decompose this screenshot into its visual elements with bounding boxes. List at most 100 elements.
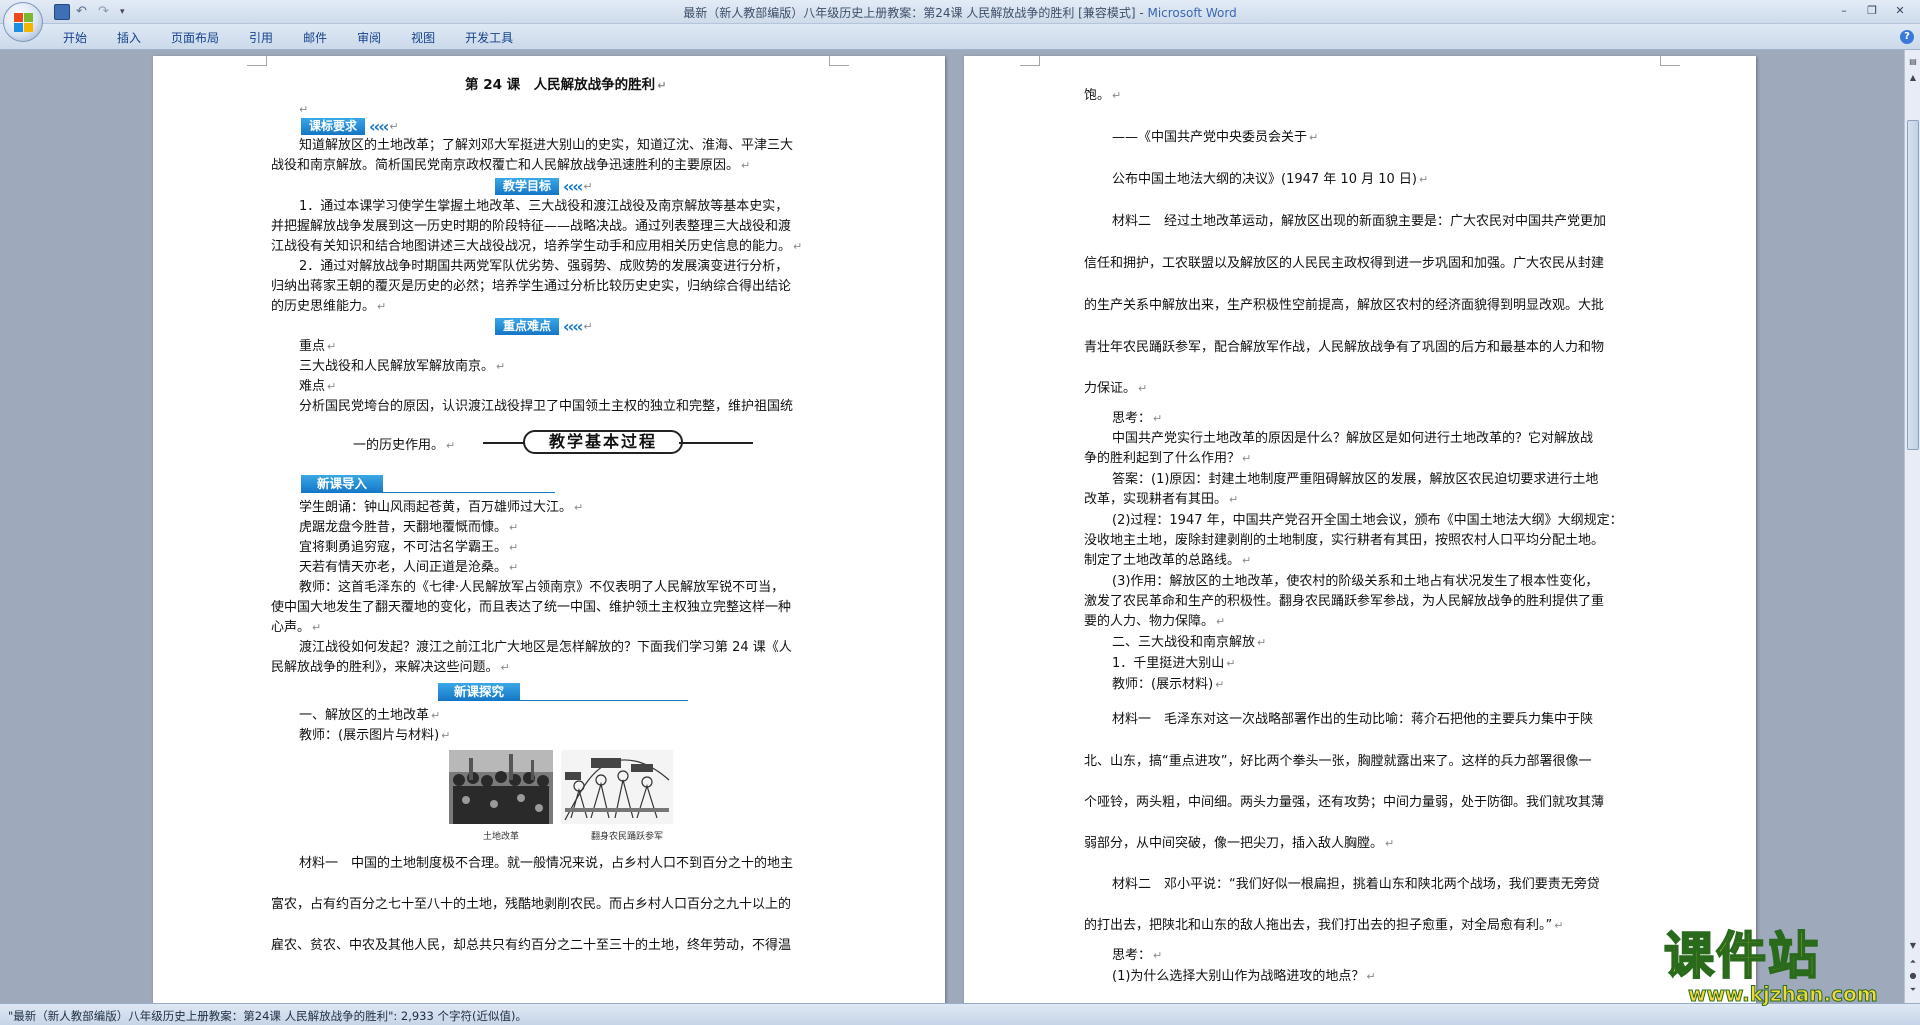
browse-object-icon[interactable]: ● — [1907, 970, 1919, 982]
paragraph: 天若有情天亦老，人间正道是沧桑。 ↵ — [299, 560, 519, 575]
paragraph: (1)为什么选择大别山作为战略进攻的地点？ ↵ — [1112, 969, 1376, 984]
paragraph: 信任和拥护，工农联盟以及解放区的人民民主政权得到进一步巩固和加强。广大农民从封建 — [1084, 256, 1605, 271]
paragraph: 的生产关系中解放出来，生产积极性空前提高，解放区农村的经济面貌得到明显改观。大批 — [1084, 298, 1605, 313]
paragraph: 青壮年农民踊跃参军，配合解放军作战，人民解放战争有了巩固的后方和最基本的人力和物 — [1084, 340, 1605, 355]
paragraph: 2．通过对解放战争时期国共两党军队优劣势、强弱势、成败势的发展演变进行分析， — [299, 259, 789, 274]
paragraph: 思考： ↵ — [1112, 411, 1163, 426]
photo-caption: 土地改革 — [483, 832, 520, 842]
section-banner-objectives: 教学目标 ‹‹‹‹ ↵ — [495, 177, 593, 196]
paragraph: 教师：(展示材料) ↵ — [1112, 677, 1225, 692]
paragraph: 个哑铃，两头粗，中间细。两头力量强，还有攻势；中间力量弱，处于防御。我们就攻其薄 — [1084, 795, 1605, 810]
paragraph: 没收地主土地，废除封建剥削的土地制度，实行耕者有其田，按照农村人口平均分配土地。 — [1084, 533, 1605, 548]
paragraph: 材料一 中国的土地制度极不合理。就一般情况来说，占乡村人口不到百分之十的地主 — [299, 856, 794, 871]
paragraph: 材料二 邓小平说：“我们好似一根扁担，挑着山东和陕北两个战场，我们要责无旁贷 — [1112, 877, 1600, 892]
paragraph: 教师：(展示图片与材料) ↵ — [299, 728, 451, 743]
scroll-up-icon[interactable]: ▲ — [1907, 72, 1919, 84]
paragraph: 的历史思维能力。 ↵ — [271, 299, 387, 314]
tab-review[interactable]: 审阅 — [342, 29, 396, 47]
margin-mark — [1020, 56, 1040, 66]
tab-developer[interactable]: 开发工具 — [450, 29, 528, 47]
vertical-scrollbar[interactable]: ▤ ▲ ▼ ⏶ ● ⏷ — [1904, 50, 1920, 1003]
tab-insert[interactable]: 插入 — [102, 29, 156, 47]
scrollbar-thumb[interactable] — [1907, 120, 1919, 450]
margin-mark — [829, 56, 849, 66]
paragraph: 教师：这首毛泽东的《七律·人民解放军占领南京》不仅表明了人民解放军锐不可当， — [299, 580, 785, 595]
section-banner-standards: 课标要求 ‹‹‹‹ ↵ — [301, 117, 399, 136]
previous-page-icon[interactable]: ⏶ — [1907, 956, 1919, 968]
ruler-toggle-icon[interactable]: ▤ — [1907, 56, 1919, 68]
margin-mark — [1660, 56, 1680, 66]
window-controls: – ❐ ✕ — [1832, 3, 1912, 20]
site-watermark: 课件站 www.kjzhan.com — [1663, 927, 1908, 1008]
section-banner-explore: 新课探究 — [438, 681, 688, 701]
process-banner: 教学基本过程 — [483, 430, 753, 456]
paragraph: 公布中国土地法大纲的决议》(1947 年 10 月 10 日) ↵ — [1112, 172, 1429, 187]
paragraph: 北、山东，搞“重点进攻”，好比两个拳头一张，胸膛就露出来了。这样的兵力部署很像一 — [1084, 754, 1592, 769]
paragraph: 渡江战役如何发起？渡江之前江北广大地区是怎样解放的？下面我们学习第 24 课《人 — [299, 640, 792, 655]
paragraph: 富农，占有约百分之七十至八十的土地，残酷地剥削农民。而占乡村人口百分之九十以上的 — [271, 897, 792, 912]
paragraph: ——《中国共产党中央委员会关于 ↵ — [1112, 130, 1319, 145]
watermark-logo: 课件站 — [1663, 927, 1820, 985]
paragraph: 材料一 毛泽东对这一次战略部署作出的生动比喻：蒋介石把他的主要兵力集中于陕 — [1112, 712, 1594, 727]
paragraph: 二、三大战役和南京解放 ↵ — [1112, 635, 1267, 650]
paragraph: 制定了土地改革的总路线。 ↵ — [1084, 553, 1252, 568]
paragraph: 弱部分，从中间突破，像一把尖刀，插入敌人胸膛。 ↵ — [1084, 836, 1395, 851]
paragraph: 力保证。 ↵ — [1084, 381, 1148, 396]
section-banner-key-points: 重点难点 ‹‹‹‹ ↵ — [495, 317, 593, 336]
peasants-join-army-illustration — [561, 750, 673, 824]
tab-references[interactable]: 引用 — [234, 29, 288, 47]
paragraph: 改革，实现耕者有其田。 ↵ — [1084, 492, 1239, 507]
paragraph: 思考： ↵ — [1112, 948, 1163, 963]
close-button[interactable]: ✕ — [1888, 3, 1912, 20]
paragraph: 激发了农民革命和生产的积极性。翻身农民踊跃参军参战，为人民解放战争的胜利提供了重 — [1084, 594, 1605, 609]
paragraph: 中国共产党实行土地改革的原因是什么？解放区是如何进行土地改革的？它对解放战 — [1112, 431, 1594, 446]
ribbon-tab-bar: 开始 插入 页面布局 引用 邮件 审阅 视图 开发工具 ? — [0, 24, 1920, 50]
ribbon-tabs: 开始 插入 页面布局 引用 邮件 审阅 视图 开发工具 — [48, 29, 528, 47]
help-icon[interactable]: ? — [1900, 30, 1914, 44]
paragraph: 三大战役和人民解放军解放南京。 ↵ — [299, 359, 506, 374]
paragraph: 材料二 经过土地改革运动，解放区出现的新面貌主要是：广大农民对中国共产党更加 — [1112, 214, 1607, 229]
paragraph: 民解放战争的胜利》，来解决这些问题。 ↵ — [271, 660, 510, 675]
next-page-icon[interactable]: ⏷ — [1907, 984, 1919, 996]
section-banner-intro: 新课导入 — [301, 473, 555, 493]
paragraph: 一、解放区的土地改革 ↵ — [299, 708, 441, 723]
paragraph: 饱。 ↵ — [1084, 88, 1122, 103]
paragraph: 1．通过本课学习使学生掌握土地改革、三大战役和渡江战役及南京解放等基本史实， — [299, 199, 789, 214]
paragraph: 1．千里挺进大别山 ↵ — [1112, 656, 1236, 671]
window-title: 最新（新人教部编版）八年级历史上册教案：第24课 人民解放战争的胜利 [兼容模式… — [683, 6, 1237, 20]
photo-caption: 翻身农民踊跃参军 — [591, 832, 664, 842]
paragraph: 战役和南京解放。简析国民党南京政权覆亡和人民解放战争迅速胜利的主要原因。 ↵ — [271, 158, 751, 173]
paragraph: 学生朗诵：钟山风雨起苍黄，百万雄师过大江。 ↵ — [299, 500, 584, 515]
paragraph: 宜将剩勇追穷寇，不可沽名学霸王。 ↵ — [299, 540, 519, 555]
paragraph: 雇农、贫农、中农及其他人民，却总共只有约百分之二十至三十的土地，终年劳动，不得温 — [271, 938, 792, 953]
tab-home[interactable]: 开始 — [48, 29, 102, 47]
office-button[interactable] — [3, 2, 43, 42]
lesson-title: 第 24 课 人民解放战争的胜利 ↵ — [465, 77, 667, 93]
word-window: ↶ ↷ ▾ 最新（新人教部编版）八年级历史上册教案：第24课 人民解放战争的胜利… — [0, 0, 1920, 1025]
tab-mailings[interactable]: 邮件 — [288, 29, 342, 47]
paragraph: 答案：(1)原因：封建土地制度严重阻碍解放区的发展，解放区农民迫切要求进行土地 — [1112, 472, 1599, 487]
status-bar: "最新（新人教部编版）八年级历史上册教案：第24课 人民解放战争的胜利": 2,… — [0, 1003, 1920, 1025]
paragraph: (2)过程：1947 年，中国共产党召开全国土地会议，颁布《中国土地法大纲》大纲… — [1112, 513, 1623, 528]
paragraph: 要的人力、物力保障。 ↵ — [1084, 614, 1226, 629]
minimize-button[interactable]: – — [1832, 3, 1856, 20]
document-page-right[interactable]: 饱。 ↵ ——《中国共产党中央委员会关于 ↵ 公布中国土地法大纲的决议》(1947 … — [964, 56, 1756, 1003]
restore-button[interactable]: ❐ — [1860, 3, 1884, 20]
land-reform-photo — [449, 750, 553, 824]
watermark-url: www.kjzhan.com — [1688, 982, 1879, 1007]
scroll-down-icon[interactable]: ▼ — [1907, 940, 1919, 952]
tab-view[interactable]: 视图 — [396, 29, 450, 47]
tab-page-layout[interactable]: 页面布局 — [156, 29, 234, 47]
paragraph: 的打出去，把陕北和山东的敌人拖出去，我们打出去的担子愈重，对全局愈有利。” ↵ — [1084, 918, 1564, 933]
document-page-left[interactable]: 第 24 课 人民解放战争的胜利 ↵ ↵ 课标要求 ‹‹‹‹ ↵ 知道解放区的土地改革… — [153, 56, 945, 1003]
margin-mark — [247, 56, 267, 66]
paragraph: 归纳出蒋家王朝的覆灭是历史的必然；培养学生通过分析比较历史史实，归纳综合得出结论 — [271, 279, 792, 294]
paragraph: 江战役有关知识和结合地图讲述三大战役战况，培养学生动手和应用相关历史信息的能力。… — [271, 239, 803, 254]
document-area[interactable]: 第 24 课 人民解放战争的胜利 ↵ ↵ 课标要求 ‹‹‹‹ ↵ 知道解放区的土地改革… — [0, 50, 1904, 1003]
paragraph: 分析国民党垮台的原因，认识渡江战役捍卫了中国领土主权的独立和完整，维护祖国统 — [299, 399, 794, 414]
paragraph: 争的胜利起到了什么作用？ ↵ — [1084, 451, 1252, 466]
paragraph: 虎踞龙盘今胜昔，天翻地覆慨而慷。 ↵ — [299, 520, 519, 535]
paragraph: 重点 ↵ — [299, 339, 337, 354]
word-count-status[interactable]: "最新（新人教部编版）八年级历史上册教案：第24课 人民解放战争的胜利": 2,… — [8, 1008, 527, 1024]
paragraph: (3)作用：解放区的土地改革，使农村的阶级关系和土地占有状况发生了根本性变化， — [1112, 574, 1599, 589]
